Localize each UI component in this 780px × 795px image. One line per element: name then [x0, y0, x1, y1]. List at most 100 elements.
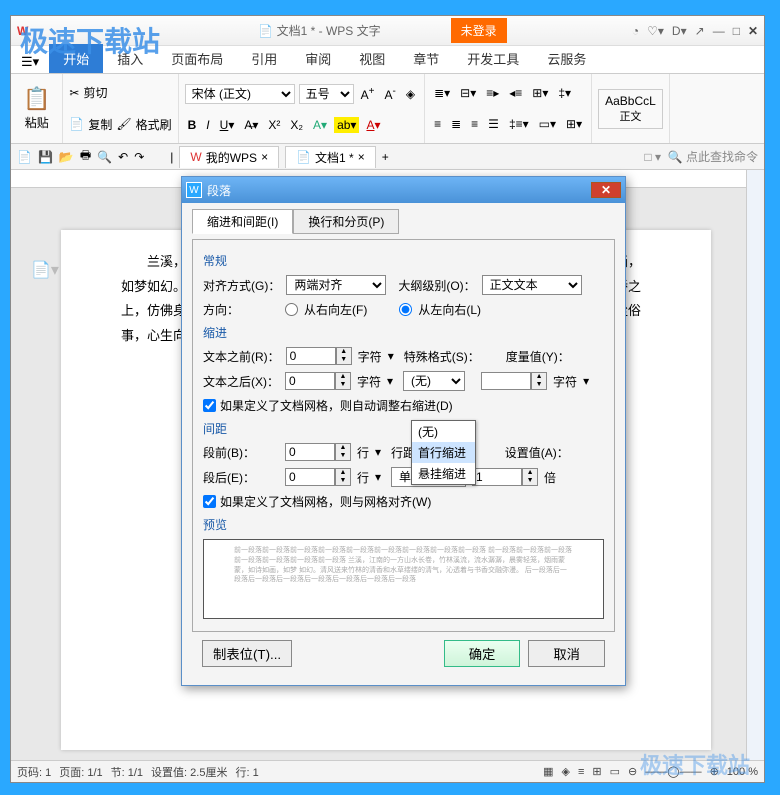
maximize-icon[interactable]: □: [733, 24, 740, 38]
font-effect-button[interactable]: A▾: [310, 117, 330, 133]
settings-icon[interactable]: D▾: [672, 24, 687, 38]
open-icon[interactable]: 📂: [59, 150, 74, 164]
align-right-button[interactable]: ≡: [468, 116, 481, 132]
align-center-button[interactable]: ≣: [448, 116, 464, 132]
cloud-icon[interactable]: ◔: [632, 24, 639, 38]
shrink-font-button[interactable]: A-: [381, 85, 398, 103]
align-combo[interactable]: 两端对齐: [286, 275, 386, 295]
ltr-radio[interactable]: [399, 303, 412, 316]
close-tab-icon[interactable]: ×: [358, 150, 365, 164]
paste-button[interactable]: 📋 粘贴: [17, 84, 56, 133]
copy-icon: 📄: [69, 117, 84, 131]
doc-tab-doc1[interactable]: 📄 文档1 * ×: [285, 146, 376, 168]
before-text-spinner[interactable]: ▲▼: [286, 347, 352, 365]
bold-button[interactable]: B: [185, 117, 200, 133]
after-text-spinner[interactable]: ▲▼: [285, 372, 351, 390]
after-para-spinner[interactable]: ▲▼: [285, 468, 351, 486]
dialog-tab-indent[interactable]: 缩进和间距(I): [192, 209, 293, 234]
border-button[interactable]: ⊞▾: [563, 116, 585, 132]
status-section[interactable]: 节: 1/1: [111, 764, 143, 780]
command-search[interactable]: □ ▾ 🔍 点此查找命令: [644, 148, 758, 165]
share-icon[interactable]: ↗: [695, 24, 705, 38]
redo-icon[interactable]: ↷: [134, 150, 144, 164]
watermark-logo: 极速下载站: [20, 20, 160, 60]
login-button[interactable]: 未登录: [451, 18, 507, 43]
section-icon[interactable]: 📄▾: [31, 260, 59, 280]
grow-font-button[interactable]: A+: [358, 85, 378, 103]
tab-chapter[interactable]: 章节: [399, 44, 453, 73]
font-family-combo[interactable]: 宋体 (正文): [185, 84, 295, 104]
before-para-spinner[interactable]: ▲▼: [285, 443, 351, 461]
undo-icon[interactable]: ↶: [118, 150, 128, 164]
dialog-close-button[interactable]: ✕: [591, 182, 621, 198]
dropdown-option-none[interactable]: (无): [412, 421, 475, 442]
cancel-button[interactable]: 取消: [528, 640, 605, 667]
indent-left-button[interactable]: ◂≡: [506, 85, 525, 101]
view-icon-5[interactable]: ▭: [610, 765, 620, 778]
doc-tab-mywps[interactable]: W 我的WPS ×: [179, 146, 279, 168]
auto-adjust-checkbox[interactable]: [203, 399, 216, 412]
tabstops-button[interactable]: 制表位(T)...: [202, 640, 292, 667]
status-page[interactable]: 页码: 1: [17, 764, 51, 780]
tab-layout[interactable]: 页面布局: [157, 44, 237, 73]
new-icon[interactable]: 📄: [17, 150, 32, 164]
dropdown-option-hanging[interactable]: 悬挂缩进: [412, 463, 475, 484]
clear-format-button[interactable]: ◈: [403, 86, 418, 102]
subscript-button[interactable]: X₂: [287, 117, 306, 133]
style-name[interactable]: 正文: [605, 108, 656, 124]
indent-right-button[interactable]: ≡▸: [483, 85, 502, 101]
cut-button[interactable]: 剪切: [83, 84, 107, 101]
highlight-button[interactable]: ab▾: [334, 117, 359, 133]
add-tab-button[interactable]: +: [382, 150, 389, 164]
status-page-of[interactable]: 页面: 1/1: [59, 764, 102, 780]
show-marks-button[interactable]: ‡▾: [555, 85, 574, 101]
minimize-icon[interactable]: —: [713, 24, 725, 38]
line-spacing-button[interactable]: ‡≡▾: [506, 116, 532, 132]
view-icon-3[interactable]: ≡: [578, 766, 584, 778]
dialog-tab-pagination[interactable]: 换行和分页(P): [293, 209, 399, 234]
tab-devtools[interactable]: 开发工具: [453, 44, 533, 73]
tab-cloud[interactable]: 云服务: [533, 44, 600, 73]
zoom-out-button[interactable]: ⊖: [628, 765, 637, 778]
number-list-button[interactable]: ⊟▾: [457, 85, 479, 101]
doc-tab-label-2: 文档1 *: [315, 149, 354, 166]
print-icon[interactable]: 🖶: [80, 146, 91, 167]
format-painter-button[interactable]: 格式刷: [136, 116, 172, 133]
align-justify-button[interactable]: ☰: [485, 116, 502, 132]
feedback-icon[interactable]: ♡▾: [647, 24, 664, 38]
measure-spinner[interactable]: ▲▼: [481, 372, 547, 390]
special-format-combo[interactable]: (无): [403, 371, 465, 391]
rtl-radio[interactable]: [285, 303, 298, 316]
preview-icon[interactable]: 🔍: [97, 150, 112, 164]
expand-icon[interactable]: □ ▾: [644, 150, 661, 164]
italic-button[interactable]: I: [203, 117, 212, 133]
strikethrough-button[interactable]: A̶▾: [241, 117, 261, 133]
save-icon[interactable]: 💾: [38, 150, 53, 164]
tab-references[interactable]: 引用: [237, 44, 291, 73]
view-icon-1[interactable]: ▦: [543, 765, 553, 778]
close-tab-icon[interactable]: ×: [261, 150, 268, 164]
font-color-button[interactable]: A▾: [363, 117, 383, 133]
status-position[interactable]: 设置值: 2.5厘米: [151, 764, 227, 780]
side-panel[interactable]: [746, 170, 764, 760]
close-icon[interactable]: ✕: [748, 24, 758, 38]
status-line[interactable]: 行: 1: [235, 764, 258, 780]
tab-review[interactable]: 审阅: [291, 44, 345, 73]
outline-combo[interactable]: 正文文本: [482, 275, 582, 295]
ok-button[interactable]: 确定: [444, 640, 521, 667]
superscript-button[interactable]: X²: [265, 117, 283, 133]
align-left-button[interactable]: ≡: [431, 116, 444, 132]
shading-button[interactable]: ▭▾: [536, 116, 559, 132]
copy-button[interactable]: 复制: [88, 116, 112, 133]
tab-view[interactable]: 视图: [345, 44, 399, 73]
dropdown-option-firstline[interactable]: 首行缩进: [412, 442, 475, 463]
font-size-combo[interactable]: 五号: [299, 84, 354, 104]
tab-marks-button[interactable]: ⊞▾: [529, 85, 551, 101]
snap-grid-checkbox[interactable]: [203, 495, 216, 508]
view-icon-2[interactable]: ◈: [562, 765, 570, 778]
underline-button[interactable]: U▾: [217, 117, 238, 133]
dialog-titlebar[interactable]: W 段落 ✕: [182, 177, 625, 203]
bullet-list-button[interactable]: ≣▾: [431, 85, 453, 101]
set-value-spinner[interactable]: ▲▼: [472, 468, 538, 486]
view-icon-4[interactable]: ⊞: [592, 765, 601, 778]
